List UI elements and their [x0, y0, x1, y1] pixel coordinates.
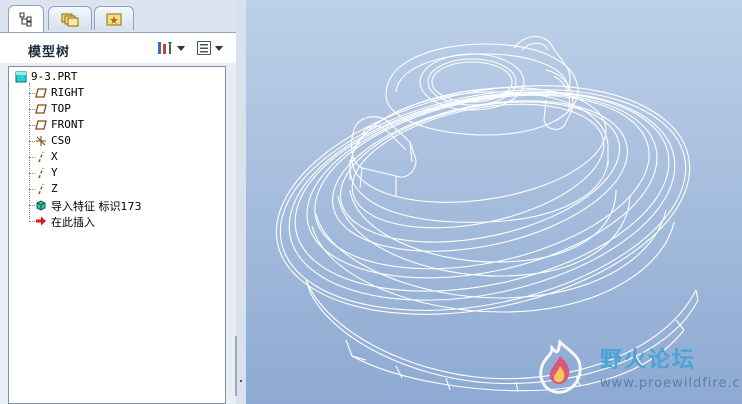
model-tree-icon [19, 12, 32, 27]
splitter-edge [235, 336, 237, 396]
graphics-viewport[interactable]: 野火论坛 www.proewildfire.cn [246, 0, 742, 404]
favorites-tab[interactable] [94, 6, 134, 30]
tree-connector [29, 125, 35, 126]
tree-connector [29, 93, 35, 94]
forum-watermark: 野火论坛 www.proewildfire.cn [530, 336, 742, 398]
tree-connector [29, 205, 35, 206]
tree-connector [29, 83, 30, 219]
watermark-title: 野火论坛 [600, 348, 697, 373]
settings-button[interactable] [156, 39, 185, 57]
watermark-url: www.proewildfire.cn [600, 376, 742, 391]
chevron-down-icon [215, 45, 223, 51]
coordinate-system-icon [36, 136, 46, 146]
datum-plane-icon [35, 120, 47, 130]
import-feature-icon [36, 200, 46, 211]
splitter-grip[interactable] [240, 380, 242, 382]
part-icon [15, 71, 27, 83]
navigator-tab-strip [0, 0, 236, 32]
flame-logo-icon [539, 338, 582, 394]
datum-axis-icon [38, 183, 44, 195]
tree-connector [29, 157, 35, 158]
model-tree-title: 模型树 [28, 45, 71, 60]
tree-connector [29, 173, 35, 174]
insert-here-arrow-icon [36, 216, 46, 226]
model-tree-tab[interactable] [8, 5, 44, 32]
chevron-down-icon [177, 45, 185, 51]
tree-connector [29, 189, 35, 190]
list-icon [197, 41, 211, 55]
tree-connector [29, 221, 35, 222]
tree-connector [29, 141, 35, 142]
folder-icon [61, 13, 79, 26]
show-options-button[interactable] [196, 39, 223, 57]
folder-browser-tab[interactable] [48, 6, 92, 30]
datum-axis-icon [38, 167, 44, 179]
tools-icon [158, 42, 172, 54]
datum-axis-icon [38, 151, 44, 163]
model-tree-header: 模型树 [0, 32, 236, 63]
navigator-panel: 模型树 9-3.PRT RIGHT TOP FRONT CS0 X Y Z 导入… [0, 0, 237, 404]
model-tree[interactable]: 9-3.PRT RIGHT TOP FRONT CS0 X Y Z 导入特征 标… [8, 66, 226, 404]
datum-plane-icon [35, 88, 47, 98]
favorites-icon [106, 13, 122, 25]
tree-connector [29, 109, 35, 110]
panel-splitter[interactable] [236, 0, 246, 404]
datum-plane-icon [35, 104, 47, 114]
